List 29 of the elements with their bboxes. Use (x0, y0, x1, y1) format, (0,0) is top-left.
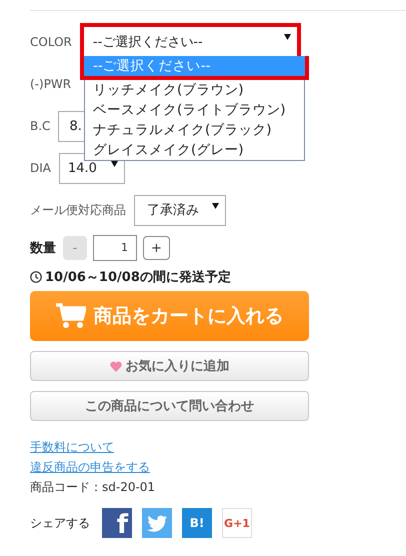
caret-icon (212, 202, 219, 208)
option-label: B.C (30, 119, 50, 133)
heart-icon (110, 360, 122, 372)
inquiry-button[interactable]: この商品について問い合わせ (30, 391, 309, 421)
option-label: DIA (30, 161, 51, 175)
share-label: シェアする (30, 514, 90, 532)
plus-button[interactable]: + (143, 236, 170, 260)
hatena-bookmark-button[interactable]: B! (182, 508, 212, 538)
facebook-share-button[interactable]: f (102, 508, 132, 538)
bird-icon (147, 514, 167, 532)
link[interactable]: 手数料について (30, 439, 114, 456)
link[interactable]: 違反商品の申告をする (30, 459, 150, 476)
select-dropdown[interactable]: 了承済み (134, 194, 226, 226)
dropdown-option[interactable]: リッチメイク(ブラウン) (85, 80, 304, 100)
dropdown-option[interactable]: ナチュラルメイク(ブラック) (85, 120, 304, 140)
option-label: COLOR (30, 35, 72, 49)
dropdown-option[interactable]: ベースメイク(ライトブラウン) (85, 100, 304, 120)
cart-icon (56, 303, 86, 329)
caret-icon (284, 34, 291, 40)
shipping-date: 10/06～10/08の間に発送予定 (45, 268, 231, 286)
twitter-share-button[interactable] (142, 508, 172, 538)
quantity-field[interactable]: 1 (93, 235, 137, 261)
option-label: (-)PWR (30, 77, 72, 91)
favorite-button[interactable]: お気に入りに追加 (30, 351, 309, 381)
google-plus-button[interactable]: G+1 (222, 508, 252, 538)
product-code: 商品コード：sd-20-01 (30, 479, 156, 496)
quantity-label: 数量 (30, 240, 56, 257)
option-label: メール便対応商品 (30, 202, 126, 218)
clock-icon (30, 271, 42, 283)
